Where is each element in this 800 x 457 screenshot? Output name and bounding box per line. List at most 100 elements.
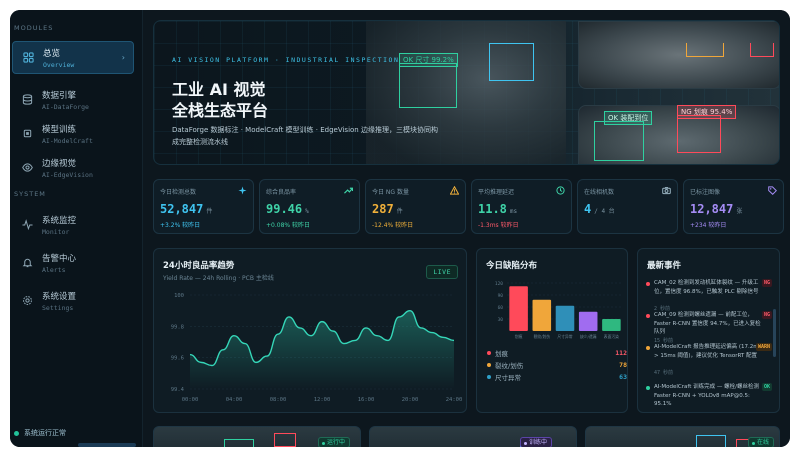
kpi-delta: -12.4% 较昨日 bbox=[372, 222, 414, 229]
camera-card-1[interactable]: 运行中 bbox=[153, 426, 361, 447]
detection-box bbox=[274, 433, 296, 447]
camera-status-badge: 运行中 bbox=[318, 437, 351, 447]
sidebar-item-alerts[interactable]: 告警中心 Alerts bbox=[12, 246, 134, 279]
legend-label: 裂纹/划伤 bbox=[495, 362, 524, 370]
kpi-card-total[interactable]: 今日检测总数 52,847 件 +3.2% 较昨日 bbox=[153, 179, 254, 234]
kpi-card-yield[interactable]: 综合良品率 99.46% +0.08% 较昨日 bbox=[259, 179, 360, 234]
detection-box bbox=[399, 63, 457, 108]
kpi-card-annotated[interactable]: 已标注图像 12,847 张 +234 较昨日 bbox=[683, 179, 784, 234]
grid-icon bbox=[21, 51, 35, 65]
legend-item: 尺寸异常 63 bbox=[487, 372, 627, 382]
warning-icon bbox=[450, 186, 459, 195]
detection-box bbox=[224, 439, 254, 447]
system-status: 系统运行正常 bbox=[14, 428, 66, 438]
legend-item: 划痕 112 bbox=[487, 348, 627, 358]
yield-area bbox=[190, 310, 454, 389]
defect-bar bbox=[578, 311, 598, 331]
sidebar-item-label: 告警中心 bbox=[42, 253, 77, 264]
legend-dot-icon bbox=[487, 375, 491, 379]
event-dot-icon bbox=[646, 282, 650, 286]
event-text: CAM_09 检测到螺丝遗漏 — 前配工位，Faster R-CNN 置信度 9… bbox=[654, 312, 761, 335]
x-tick-label: 裂纹/划伤 bbox=[534, 334, 551, 339]
kpi-label: 已标注图像 bbox=[690, 189, 721, 196]
sidebar-item-overview[interactable]: 总览 Overview › bbox=[12, 41, 134, 74]
camera-card-3[interactable]: 在线 bbox=[585, 426, 780, 447]
sidebar-scrollbar[interactable] bbox=[78, 443, 136, 447]
event-badge: NG bbox=[761, 311, 772, 319]
x-tick-label: 划痕 bbox=[515, 334, 523, 339]
latest-events-panel: 最新事件 CAM_02 检测到发动机缸体裂纹 — 升级工位，置信度 96.8%，… bbox=[637, 248, 780, 413]
sidebar-item-sublabel: Monitor bbox=[42, 227, 70, 236]
sidebar-item-monitor[interactable]: 系统监控 Monitor bbox=[12, 208, 134, 241]
x-tick-label: 表面污染 bbox=[604, 334, 619, 339]
event-dot-icon bbox=[646, 314, 650, 318]
kpi-label: 在线相机数 bbox=[584, 189, 615, 196]
yield-trend-chart: 100 99.8 99.6 99.4 00:00 04:00 08:00 12:00 16:00… bbox=[171, 293, 463, 403]
sidebar-item-sublabel: AI-EdgeVision bbox=[42, 170, 93, 179]
live-badge: LIVE bbox=[426, 265, 458, 279]
kpi-card-ng[interactable]: 今日 NG 数量 287 件 -12.4% 较昨日 bbox=[365, 179, 466, 234]
event-text: AI-ModelCraft 训练完成 — 螺栓/螺丝检测 Faster R-CN… bbox=[654, 384, 759, 407]
main-content: OK 尺寸 99.2% OK 装配到位 NG 划痕 95.4% AI VISIO… bbox=[143, 10, 790, 447]
legend-value: 78 bbox=[619, 361, 627, 369]
detection-label: OK 尺寸 99.2% bbox=[399, 53, 458, 67]
events-scrollbar[interactable] bbox=[773, 309, 776, 357]
hero-subtitle: AI VISION PLATFORM · INDUSTRIAL INSPECTI… bbox=[172, 56, 400, 64]
kpi-label: 平均推理延迟 bbox=[478, 189, 515, 196]
pulse-icon bbox=[20, 218, 34, 232]
event-badge: WARN bbox=[755, 343, 772, 351]
y-tick-label: 90 bbox=[498, 293, 504, 299]
trend-up-icon bbox=[344, 187, 353, 194]
x-tick-label: 24:00 bbox=[446, 397, 463, 403]
sparkle-icon bbox=[238, 186, 247, 195]
chip-icon bbox=[20, 127, 34, 141]
camera-card-2[interactable]: 训练中 bbox=[369, 426, 577, 447]
kpi-card-latency[interactable]: 平均推理延迟 11.8 ms -1.3ms 较昨日 bbox=[471, 179, 572, 234]
y-tick-label: 99.4 bbox=[171, 387, 185, 393]
detection-box bbox=[696, 435, 726, 447]
kpi-value: 4/ 4 台 bbox=[584, 202, 615, 216]
legend-label: 尺寸异常 bbox=[495, 374, 521, 382]
x-tick-label: 00:00 bbox=[182, 397, 199, 403]
system-status-text: 系统运行正常 bbox=[24, 429, 66, 437]
defect-distribution-panel: 今日缺陷分布 120 90 60 30 划痕 裂纹/划伤 尺寸异常 缺少/遗漏 表面污染 划痕 … bbox=[476, 248, 628, 413]
detection-label: OK 装配到位 bbox=[604, 111, 653, 125]
sidebar-item-modelcraft[interactable]: 模型训练 AI-ModelCraft bbox=[12, 117, 134, 150]
legend-dot-icon bbox=[487, 363, 491, 367]
event-text: AI-ModelCraft 报告推理延迟偏高 (17.2ms > 15ms 阈值… bbox=[654, 344, 762, 359]
defect-bar bbox=[509, 286, 528, 331]
yield-trend-panel: 24小时良品率趋势 Yield Rate — 24h Rolling · PCB… bbox=[153, 248, 467, 413]
x-tick-label: 04:00 bbox=[226, 397, 243, 403]
x-tick-label: 16:00 bbox=[358, 397, 375, 403]
sidebar-item-dataforge[interactable]: 数据引擎 AI-DataForge bbox=[12, 83, 134, 116]
detection-box bbox=[489, 43, 534, 81]
sidebar-item-edgevision[interactable]: 边缘视觉 AI-EdgeVision bbox=[12, 151, 134, 184]
kpi-card-cameras[interactable]: 在线相机数 4/ 4 台 bbox=[577, 179, 678, 234]
y-tick-label: 100 bbox=[174, 293, 184, 299]
sidebar-item-label: 模型训练 bbox=[42, 124, 77, 135]
defect-bar bbox=[532, 299, 552, 331]
modules-heading: MODULES bbox=[14, 24, 54, 32]
detection-box bbox=[677, 115, 721, 153]
detection-label: NG 划痕 95.4% bbox=[677, 105, 737, 119]
gear-icon bbox=[20, 294, 34, 308]
event-dot-icon bbox=[646, 386, 650, 390]
kpi-value: 52,847 件 bbox=[160, 202, 213, 216]
x-tick-label: 12:00 bbox=[314, 397, 331, 403]
y-tick-label: 120 bbox=[495, 281, 503, 287]
sidebar-item-settings[interactable]: 系统设置 Settings bbox=[12, 284, 134, 317]
detection-box bbox=[594, 121, 644, 161]
detection-box bbox=[750, 43, 774, 57]
hero-banner: OK 尺寸 99.2% OK 装配到位 NG 划痕 95.4% AI VISIO… bbox=[153, 20, 780, 165]
x-tick-label: 20:00 bbox=[402, 397, 419, 403]
kpi-value: 11.8 ms bbox=[478, 202, 518, 216]
legend-label: 划痕 bbox=[495, 350, 508, 358]
y-tick-label: 99.8 bbox=[171, 324, 184, 330]
kpi-value: 12,847 张 bbox=[690, 202, 743, 216]
x-tick-label: 08:00 bbox=[270, 397, 287, 403]
event-badge: NG bbox=[761, 279, 772, 287]
kpi-label: 综合良品率 bbox=[266, 189, 297, 196]
legend-item: 裂纹/划伤 78 bbox=[487, 360, 627, 370]
sidebar-item-sublabel: AI-ModelCraft bbox=[42, 136, 93, 145]
panel-subtitle: Yield Rate — 24h Rolling · PCB 主检线 bbox=[163, 275, 274, 282]
